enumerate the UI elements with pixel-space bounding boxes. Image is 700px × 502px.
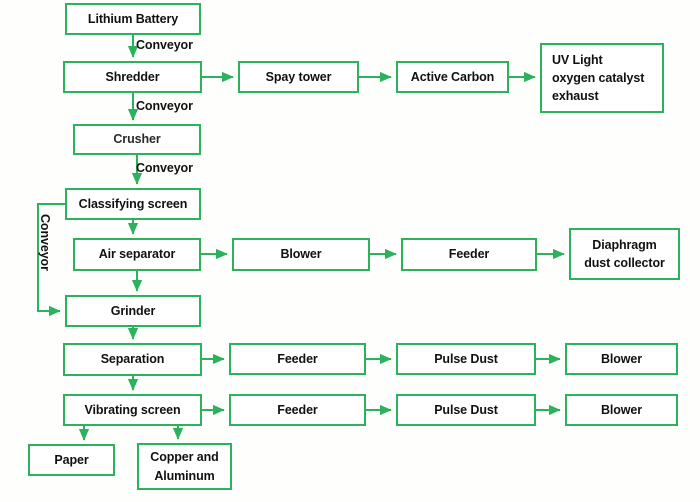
node-label: Blower — [600, 402, 643, 417]
node-diaphragm_dust_collector[interactable]: Diaphragm dust collector — [569, 228, 680, 280]
edge-label-conveyor_3: Conveyor — [136, 161, 193, 175]
node-label: Copper and Aluminum — [150, 450, 219, 483]
node-feeder_3[interactable]: Feeder — [229, 394, 366, 426]
node-blower_1[interactable]: Blower — [232, 238, 370, 271]
node-paper[interactable]: Paper — [28, 444, 115, 476]
node-pulse_dust_1[interactable]: Pulse Dust — [396, 343, 536, 375]
node-label: Feeder — [277, 351, 318, 366]
node-copper_and_aluminum[interactable]: Copper and Aluminum — [137, 443, 232, 490]
node-shredder[interactable]: Shredder — [63, 61, 202, 93]
node-label: Pulse Dust — [434, 402, 498, 417]
node-crusher[interactable]: Crusher — [73, 124, 201, 155]
node-blower_3[interactable]: Blower — [565, 394, 678, 426]
node-label: Blower — [280, 247, 322, 262]
node-label: Feeder — [277, 402, 318, 417]
node-label: Pulse Dust — [434, 351, 498, 366]
node-feeder_2[interactable]: Feeder — [229, 343, 366, 375]
node-label: Classifying screen — [78, 196, 188, 211]
flowchart-canvas: Lithium Battery Shredder Spay tower Active … — [0, 0, 700, 502]
node-label: Crusher — [113, 132, 161, 147]
node-label: Lithium Battery — [87, 11, 179, 26]
node-pulse_dust_2[interactable]: Pulse Dust — [396, 394, 536, 426]
node-label: Blower — [600, 351, 643, 366]
node-grinder[interactable]: Grinder — [65, 295, 201, 327]
node-separation[interactable]: Separation — [63, 343, 202, 376]
node-spay_tower[interactable]: Spay tower — [238, 61, 359, 93]
node-active_carbon[interactable]: Active Carbon — [396, 61, 509, 93]
edge-label-conveyor_2: Conveyor — [136, 99, 193, 113]
node-vibrating_screen[interactable]: Vibrating screen — [63, 394, 202, 426]
node-label: Paper — [54, 452, 89, 467]
edge-label-conveyor_4: Conveyor — [38, 214, 52, 271]
node-lithium_battery[interactable]: Lithium Battery — [65, 3, 201, 35]
node-feeder_1[interactable]: Feeder — [401, 238, 537, 271]
node-classifying_screen[interactable]: Classifying screen — [65, 188, 201, 220]
node-label: Spay tower — [265, 69, 332, 84]
node-label: Vibrating screen — [84, 402, 181, 417]
edge-label-conveyor_1: Conveyor — [136, 38, 193, 52]
node-uv_light[interactable]: UV Light oxygen catalyst exhaust — [540, 43, 664, 113]
node-label: Active Carbon — [410, 69, 495, 84]
node-label: Grinder — [110, 303, 156, 318]
node-air_separator[interactable]: Air separator — [73, 238, 201, 271]
node-label: Diaphragm dust collector — [584, 237, 665, 270]
node-label: UV Light oxygen catalyst exhaust — [552, 52, 645, 104]
node-label: Shredder — [105, 69, 160, 84]
node-label: Separation — [100, 352, 165, 367]
node-blower_2[interactable]: Blower — [565, 343, 678, 375]
node-label: Air separator — [98, 247, 176, 262]
node-label: Feeder — [448, 247, 490, 262]
